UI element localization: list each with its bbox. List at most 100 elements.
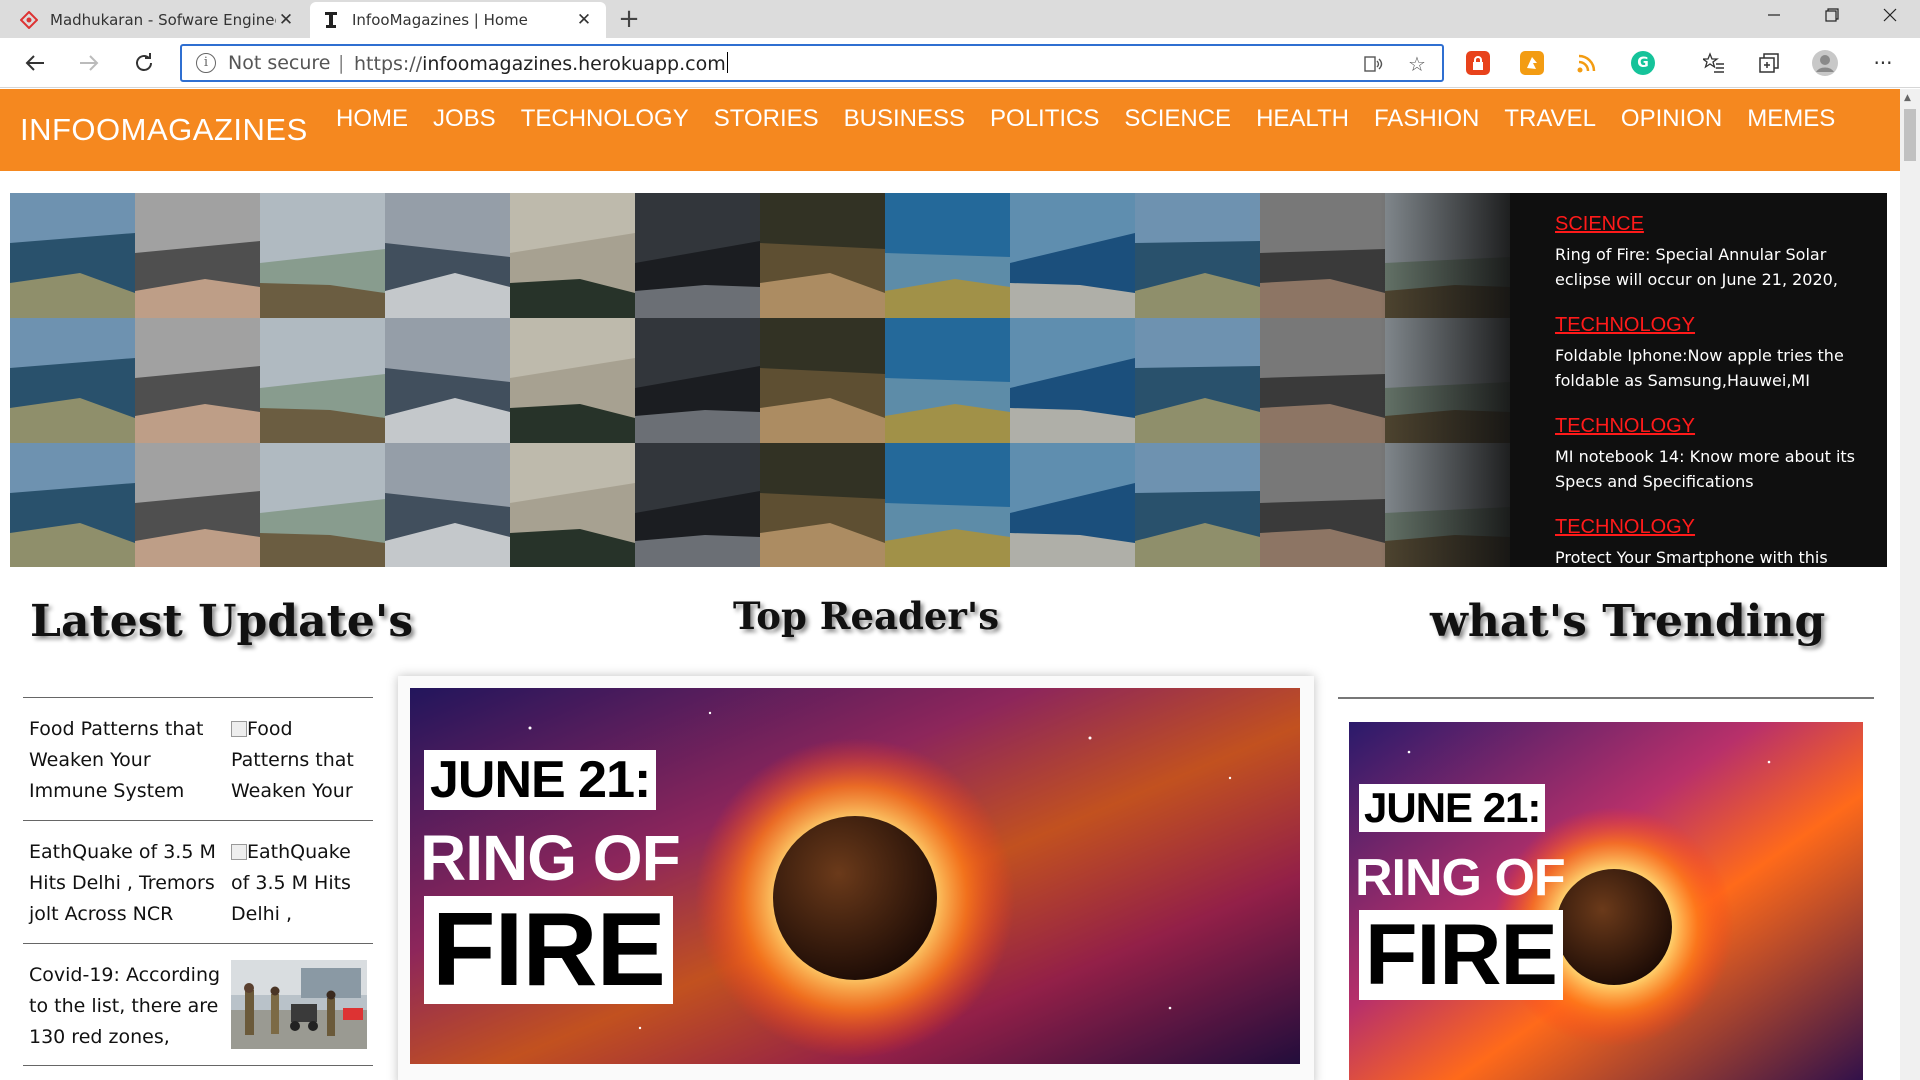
more-menu-icon[interactable]: ··· — [1866, 46, 1900, 80]
list-item[interactable]: EathQuake of 3.5 M Hits Delhi , Tremors … — [23, 820, 373, 943]
hero-news-item[interactable]: TECHNOLOGY MI notebook 14: Know more abo… — [1555, 415, 1871, 494]
tab-infoomagazines[interactable]: InfooMagazines | Home ✕ — [310, 2, 606, 38]
article-link[interactable]: Covid-19: According to the list, there a… — [29, 960, 234, 1053]
tab-strip: Madhukaran - Sofware Engineer ✕ InfooMag… — [0, 0, 1920, 38]
mosaic-photo-tile — [885, 318, 1010, 443]
url-separator: | — [338, 52, 345, 74]
broken-image-icon — [231, 721, 247, 737]
nav-memes[interactable]: MEMES — [1747, 105, 1835, 133]
nav-travel[interactable]: TRAVEL — [1504, 105, 1596, 133]
covid-street-photo[interactable] — [231, 960, 367, 1049]
poster-fire-label: FIRE — [424, 896, 673, 1004]
latest-updates-list: Food Patterns that Weaken Your Immune Sy… — [23, 697, 373, 1066]
minimize-button[interactable] — [1746, 0, 1802, 30]
hero-news-item[interactable]: SCIENCE Ring of Fire: Special Annular So… — [1555, 213, 1871, 292]
mosaic-photo-tile — [135, 318, 260, 443]
url-prefix: https:// — [354, 53, 423, 75]
url-text[interactable]: https://infoomagazines.herokuapp.com — [354, 52, 728, 75]
news-title[interactable]: Foldable Iphone:Now apple tries the fold… — [1555, 343, 1871, 393]
mosaic-photo-tile — [260, 318, 385, 443]
mosaic-photo-tile — [1260, 193, 1385, 318]
nav-politics[interactable]: POLITICS — [990, 105, 1099, 133]
mosaic-photo-tile — [260, 443, 385, 567]
mosaic-photo-tile — [1135, 443, 1260, 567]
scroll-thumb[interactable] — [1904, 109, 1916, 161]
trending-divider — [1338, 697, 1874, 699]
hero-banner: SCIENCE Ring of Fire: Special Annular So… — [10, 193, 1887, 567]
mosaic-photo-tile — [1010, 443, 1135, 567]
mosaic-photo-tile — [1135, 193, 1260, 318]
eclipse-poster-image[interactable]: JUNE 21: RING OF FIRE — [410, 688, 1300, 1064]
list-item[interactable]: Food Patterns that Weaken Your Immune Sy… — [23, 697, 373, 820]
latest-updates-heading: Latest Update's — [30, 596, 414, 647]
news-category-link[interactable]: SCIENCE — [1555, 213, 1871, 236]
mosaic-photo-tile — [760, 193, 885, 318]
new-tab-button[interactable]: + — [614, 4, 644, 34]
forward-icon[interactable] — [72, 46, 106, 80]
nav-links: HOME JOBS TECHNOLOGY STORIES BUSINESS PO… — [336, 105, 1860, 133]
magazine-favicon-icon — [322, 11, 340, 29]
article-image-broken[interactable]: EathQuake of 3.5 M Hits Delhi , — [231, 837, 371, 930]
hero-news-item[interactable]: TECHNOLOGY Foldable Iphone:Now apple tri… — [1555, 314, 1871, 393]
news-category-link[interactable]: TECHNOLOGY — [1555, 516, 1871, 539]
page-scrollbar[interactable]: ▲ — [1900, 89, 1920, 1080]
nav-home[interactable]: HOME — [336, 105, 408, 133]
tab-title: InfooMagazines | Home — [352, 11, 528, 29]
list-item[interactable]: Covid-19: According to the list, there a… — [23, 943, 373, 1066]
site-favicon-icon — [20, 11, 38, 29]
news-title[interactable]: Protect Your Smartphone with this techni… — [1555, 545, 1871, 567]
url-host: infoomagazines.herokuapp.com — [422, 53, 726, 75]
nav-opinion[interactable]: OPINION — [1621, 105, 1722, 133]
hero-news-item[interactable]: TECHNOLOGY Protect Your Smartphone with … — [1555, 516, 1871, 567]
image-alt-text: EathQuake of 3.5 M Hits Delhi , — [231, 841, 351, 925]
nav-fashion[interactable]: FASHION — [1374, 105, 1479, 133]
profile-avatar-icon[interactable] — [1808, 46, 1842, 80]
address-bar[interactable]: i Not secure | https://infoomagazines.he… — [180, 44, 1444, 82]
news-category-link[interactable]: TECHNOLOGY — [1555, 314, 1871, 337]
news-title[interactable]: MI notebook 14: Know more about its Spec… — [1555, 444, 1871, 494]
tab-madhukaran[interactable]: Madhukaran - Sofware Engineer ✕ — [8, 2, 308, 38]
site-brand[interactable]: INFOOMAGAZINES — [20, 112, 308, 148]
top-reader-card[interactable]: JUNE 21: RING OF FIRE — [398, 676, 1314, 1080]
back-icon[interactable] — [18, 46, 52, 80]
nav-jobs[interactable]: JOBS — [433, 105, 496, 133]
reload-icon[interactable] — [127, 46, 161, 80]
mosaic-photo-tile — [510, 318, 635, 443]
nav-science[interactable]: SCIENCE — [1124, 105, 1231, 133]
favorites-list-icon[interactable] — [1697, 46, 1731, 80]
extension-shield-icon[interactable] — [1520, 51, 1544, 75]
mosaic-photo-tile — [1260, 318, 1385, 443]
mosaic-photo-tile — [1010, 193, 1135, 318]
close-window-button[interactable] — [1862, 0, 1918, 30]
mosaic-photo-tile — [385, 443, 510, 567]
news-title[interactable]: Ring of Fire: Special Annular Solar ecli… — [1555, 242, 1871, 292]
article-image-broken[interactable]: Food Patterns that Weaken Your — [231, 714, 371, 807]
article-link[interactable]: Food Patterns that Weaken Your Immune Sy… — [29, 714, 234, 807]
photo-mosaic — [10, 193, 1520, 567]
tab-close-icon[interactable]: ✕ — [276, 10, 296, 30]
nav-technology[interactable]: TECHNOLOGY — [521, 105, 689, 133]
grammarly-icon[interactable]: G — [1631, 51, 1655, 75]
info-icon[interactable]: i — [196, 53, 216, 73]
mosaic-photo-tile — [1260, 443, 1385, 567]
news-category-link[interactable]: TECHNOLOGY — [1555, 415, 1871, 438]
mosaic-photo-tile — [510, 193, 635, 318]
maximize-button[interactable] — [1804, 0, 1860, 30]
tab-close-icon[interactable]: ✕ — [574, 10, 594, 30]
mosaic-photo-tile — [885, 193, 1010, 318]
nav-health[interactable]: HEALTH — [1256, 105, 1349, 133]
read-aloud-icon[interactable] — [1360, 51, 1386, 77]
rss-feed-icon[interactable] — [1575, 51, 1599, 75]
nav-stories[interactable]: STORIES — [714, 105, 819, 133]
trending-poster-ring-label: RING OF — [1355, 849, 1566, 907]
trending-poster-date-label: JUNE 21: — [1359, 784, 1546, 832]
scroll-up-arrow-icon[interactable]: ▲ — [1904, 93, 1911, 103]
collections-icon[interactable] — [1752, 46, 1786, 80]
trending-eclipse-image[interactable]: JUNE 21: RING OF FIRE — [1349, 722, 1863, 1080]
extension-lock-icon[interactable] — [1466, 51, 1490, 75]
article-link[interactable]: EathQuake of 3.5 M Hits Delhi , Tremors … — [29, 837, 234, 930]
nav-business[interactable]: BUSINESS — [844, 105, 965, 133]
whats-trending-heading: what's Trending — [1430, 596, 1826, 647]
mosaic-photo-tile — [1135, 318, 1260, 443]
favorite-star-icon[interactable]: ☆ — [1404, 51, 1430, 77]
